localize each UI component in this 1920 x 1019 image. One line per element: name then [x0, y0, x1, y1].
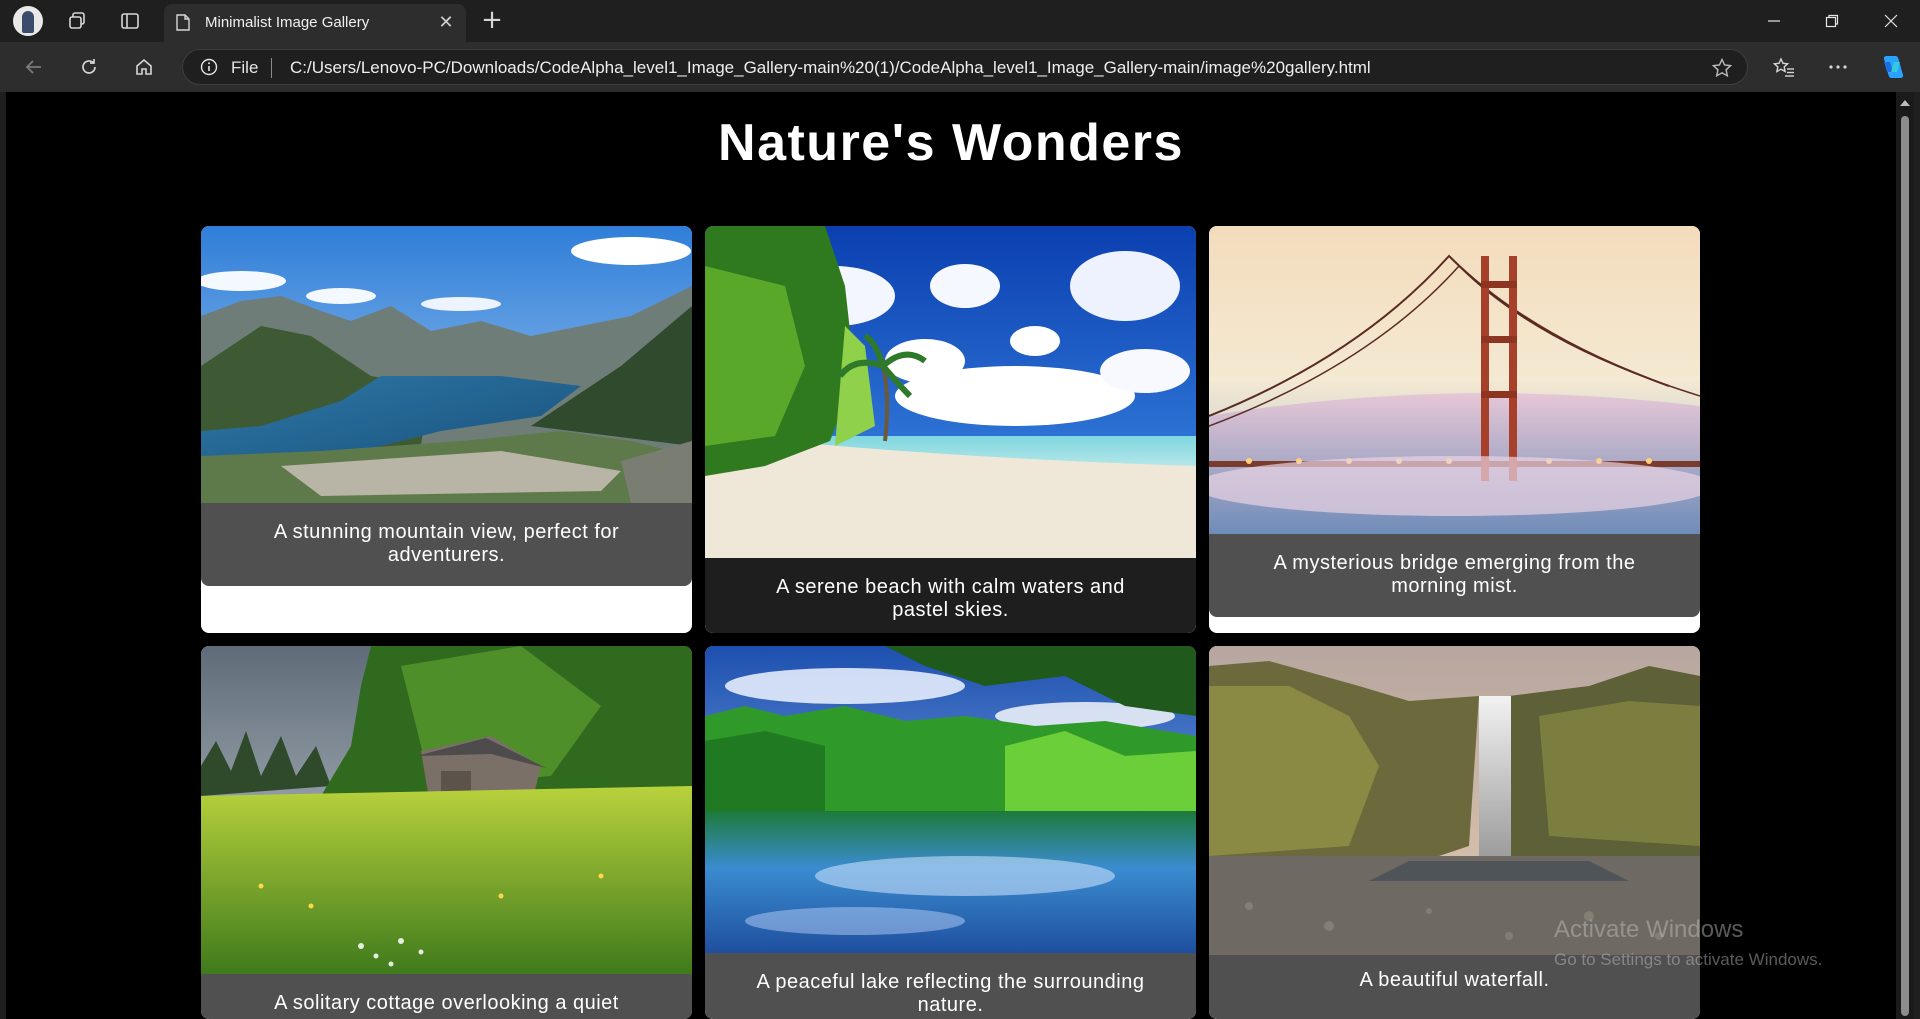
info-icon[interactable]: [200, 58, 218, 76]
golden-gate-bridge-fog-photo: [1209, 226, 1700, 534]
more-icon[interactable]: [1822, 51, 1854, 83]
gallery-card-mountain[interactable]: A stunning mountain view, perfect for ad…: [201, 226, 692, 633]
profile-avatar[interactable]: [13, 6, 43, 36]
address-bar[interactable]: File C:/Users/Lenovo-PC/Downloads/CodeAl…: [182, 49, 1748, 85]
back-arrow-icon[interactable]: [18, 51, 50, 83]
tab-active[interactable]: Minimalist Image Gallery ✕: [164, 4, 466, 42]
mountain-lake-photo: [201, 226, 692, 503]
page-scrollbar[interactable]: [1896, 92, 1914, 1019]
favorites-icon[interactable]: [1768, 51, 1800, 83]
gallery-card-beach[interactable]: A serene beach with calm waters and past…: [705, 226, 1196, 633]
home-icon[interactable]: [128, 51, 160, 83]
gallery-card-cottage[interactable]: A solitary cottage overlooking a quiet: [201, 646, 692, 1019]
page-title: Nature's Wonders: [718, 114, 1184, 172]
address-url[interactable]: C:/Users/Lenovo-PC/Downloads/CodeAlpha_l…: [290, 58, 1371, 78]
tab-title: Minimalist Image Gallery: [205, 14, 370, 31]
tab-strip: Minimalist Image Gallery ✕ +: [0, 0, 1920, 42]
plus-icon[interactable]: +: [478, 7, 506, 35]
tropical-beach-photo: [705, 226, 1196, 558]
gallery-card-bridge[interactable]: A mysterious bridge emerging from the mo…: [1209, 226, 1700, 633]
card-caption: A serene beach with calm waters and past…: [705, 558, 1196, 633]
gallery-card-lake[interactable]: A peaceful lake reflecting the surroundi…: [705, 646, 1196, 1019]
address-separator: [271, 58, 272, 78]
card-caption: A stunning mountain view, perfect for ad…: [201, 503, 692, 586]
reload-icon[interactable]: [73, 51, 105, 83]
page-icon: [176, 14, 190, 31]
minimize-icon[interactable]: [1745, 0, 1803, 42]
meadow-cottage-photo: [201, 646, 692, 974]
card-caption: A mysterious bridge emerging from the mo…: [1209, 534, 1700, 617]
star-icon[interactable]: [1711, 57, 1733, 79]
close-window-icon[interactable]: [1862, 0, 1920, 42]
tab-actions-icon[interactable]: [115, 6, 145, 36]
card-caption: A solitary cottage overlooking a quiet: [201, 974, 692, 1019]
card-caption: A peaceful lake reflecting the surroundi…: [705, 953, 1196, 1019]
scrollbar-thumb[interactable]: [1901, 116, 1909, 1016]
activate-windows-title: Activate Windows: [1554, 916, 1744, 943]
navigation-bar: File C:/Users/Lenovo-PC/Downloads/CodeAl…: [0, 42, 1920, 92]
waterfall-cliffs-photo: [1209, 646, 1700, 955]
activate-windows-hint: Go to Settings to activate Windows.: [1554, 950, 1823, 969]
copilot-icon[interactable]: [1876, 51, 1908, 83]
reflecting-lake-photo: [705, 646, 1196, 953]
address-scheme: File: [231, 58, 259, 77]
workspaces-icon[interactable]: [62, 6, 92, 36]
close-icon[interactable]: ✕: [436, 13, 456, 33]
maximize-icon[interactable]: [1803, 0, 1861, 42]
